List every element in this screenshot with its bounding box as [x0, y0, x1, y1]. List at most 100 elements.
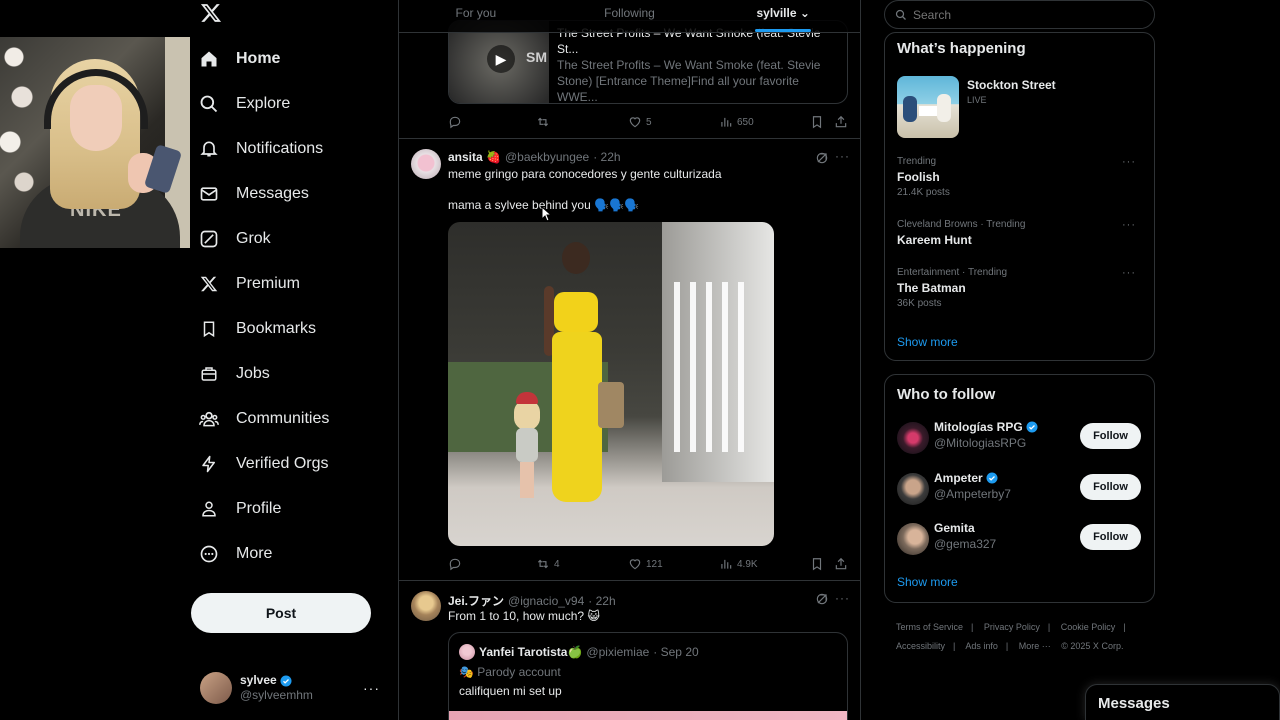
nav-bookmarks[interactable]: Bookmarks	[196, 311, 316, 347]
avatar[interactable]	[411, 149, 441, 179]
suggestion-handle: @MitologiasRPG	[934, 436, 1027, 450]
tweet-time[interactable]: · 22h	[588, 594, 615, 608]
reply-button[interactable]	[448, 557, 462, 571]
nav-label: Home	[236, 50, 281, 67]
repost-button[interactable]	[536, 115, 550, 129]
more-dots-icon[interactable]: ···	[835, 149, 850, 163]
footer-link[interactable]: Terms of Service	[896, 622, 963, 632]
nav-jobs[interactable]: Jobs	[196, 356, 270, 392]
nav-messages[interactable]: Messages	[196, 176, 309, 212]
link-card-description: The Street Profits – We Want Smoke (feat…	[557, 58, 821, 104]
account-switcher[interactable]: sylvee @sylveemhm ···	[200, 672, 390, 704]
share-button[interactable]	[834, 115, 848, 129]
divider	[399, 580, 860, 581]
avatar	[200, 672, 232, 704]
reply-button[interactable]	[448, 115, 462, 129]
author-name[interactable]: Jei.ファン	[448, 592, 504, 609]
author-handle[interactable]: @baekbyungee	[505, 150, 589, 164]
show-more-link[interactable]: Show more	[897, 575, 958, 589]
bookmark-button[interactable]	[810, 557, 824, 571]
nav-communities[interactable]: Communities	[196, 401, 329, 437]
verified-badge-icon	[280, 675, 292, 686]
briefcase-icon	[196, 361, 222, 387]
tab-for-you[interactable]: For you	[399, 0, 553, 32]
nav-verified-orgs[interactable]: Verified Orgs	[196, 446, 328, 482]
nav-profile[interactable]: Profile	[196, 491, 281, 527]
tweet-media-video[interactable]	[448, 222, 774, 546]
home-icon	[196, 46, 222, 72]
trend-item[interactable]: Entertainment · Trending The Batman 36K …	[897, 267, 1144, 309]
follow-suggestion[interactable]: Ampeter @Ampeterby7 Follow	[897, 471, 1144, 507]
trend-item[interactable]: Trending Foolish 21.4K posts ···	[897, 156, 1144, 198]
reply-icon	[449, 558, 461, 571]
follow-button[interactable]: Follow	[1080, 423, 1141, 449]
footer-link[interactable]: Ads info	[965, 641, 998, 651]
trend-item[interactable]: Cleveland Browns · Trending Kareem Hunt …	[897, 219, 1144, 247]
views-button[interactable]: 650	[719, 115, 754, 129]
avatar	[459, 644, 475, 660]
messages-drawer[interactable]: Messages	[1085, 684, 1280, 720]
show-more-link[interactable]: Show more	[897, 335, 958, 349]
nav-label: Explore	[236, 95, 291, 112]
footer-link[interactable]: Privacy Policy	[984, 622, 1040, 632]
repost-button[interactable]: 4	[536, 557, 560, 571]
views-button[interactable]: 4.9K	[719, 557, 758, 571]
search-icon	[895, 9, 906, 20]
nav-explore[interactable]: Explore	[196, 86, 290, 122]
grok-icon[interactable]	[815, 151, 829, 165]
nav-label: Communities	[236, 410, 330, 427]
footer-link[interactable]: Accessibility	[896, 641, 945, 651]
webcam-overlay: NIKE	[0, 37, 190, 248]
like-button[interactable]: 121	[628, 557, 663, 571]
footer-separator: |	[1047, 622, 1051, 632]
more-dots-icon[interactable]: ···	[835, 591, 850, 605]
follow-suggestion[interactable]: Gemita @gema327 Follow	[897, 521, 1144, 557]
author-handle[interactable]: @ignacio_v94	[508, 594, 584, 608]
bookmark-button[interactable]	[810, 115, 824, 129]
nav-home[interactable]: Home	[196, 41, 280, 77]
quoted-tweet[interactable]: Yanfei Tarotista🍏 @pixiemiae · Sep 20 🎭 …	[448, 632, 848, 720]
nav-grok[interactable]: Grok	[196, 221, 271, 257]
follow-suggestion[interactable]: Mitologías RPG @MitologiasRPG Follow	[897, 420, 1144, 456]
author-name[interactable]: ansita 🍓	[448, 150, 501, 164]
nav-notifications[interactable]: Notifications	[196, 131, 323, 167]
grok-icon[interactable]	[815, 592, 829, 606]
footer-link[interactable]: More ···	[1019, 641, 1051, 651]
panel-title: Who to follow	[897, 386, 996, 403]
nav-label: Premium	[236, 275, 301, 292]
x-logo-icon[interactable]	[200, 2, 222, 26]
more-dots-icon[interactable]: ···	[363, 680, 380, 696]
who-to-follow-panel: Who to follow Mitologías RPG @Mitologias…	[884, 374, 1155, 603]
follow-button[interactable]: Follow	[1080, 474, 1141, 500]
nav-premium[interactable]: Premium	[196, 266, 300, 302]
views-icon	[721, 559, 732, 569]
more-dots-icon[interactable]: ···	[1122, 219, 1136, 231]
trend-name: Kareem Hunt	[897, 233, 972, 247]
nav-more[interactable]: More	[196, 536, 272, 572]
share-button[interactable]	[834, 557, 848, 571]
more-dots-icon[interactable]: ···	[1122, 156, 1136, 168]
tweet-header: Jei.ファン @ignacio_v94 · 22h	[448, 592, 616, 609]
search-input[interactable]	[913, 7, 1133, 22]
verified-badge-icon	[1026, 421, 1038, 433]
tab-sylville[interactable]: sylville ⌄	[706, 0, 860, 32]
tab-following[interactable]: Following	[553, 0, 707, 32]
link-card-thumbnail: ▶ SM	[449, 21, 549, 103]
copyright: © 2025 X Corp.	[1061, 641, 1124, 651]
like-button[interactable]: 5	[628, 115, 652, 129]
search-box[interactable]	[884, 0, 1155, 29]
more-dots-icon[interactable]: ···	[1122, 267, 1136, 279]
like-count: 121	[646, 558, 663, 570]
account-handle: @sylveemhm	[240, 688, 313, 702]
nav-label: Messages	[236, 185, 309, 202]
grok-icon	[196, 226, 222, 252]
follow-button[interactable]: Follow	[1080, 524, 1141, 550]
quoted-header: Yanfei Tarotista🍏 @pixiemiae · Sep 20	[459, 644, 699, 660]
live-event-thumbnail[interactable]	[897, 76, 959, 138]
footer-link[interactable]: Cookie Policy	[1061, 622, 1116, 632]
avatar	[897, 523, 929, 555]
post-button[interactable]: Post	[191, 593, 371, 633]
avatar[interactable]	[411, 591, 441, 621]
live-event-name[interactable]: Stockton Street	[967, 78, 1056, 92]
tweet-time[interactable]: · 22h	[593, 150, 620, 164]
